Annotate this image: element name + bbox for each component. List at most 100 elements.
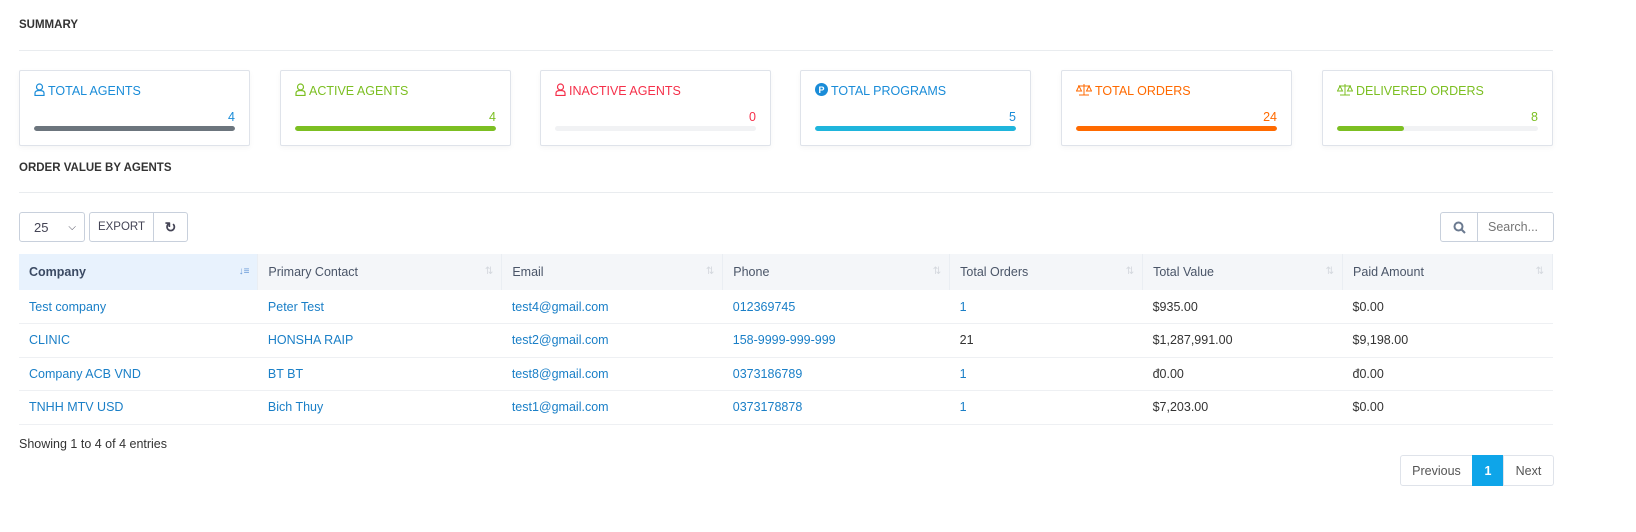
column-label: Phone xyxy=(733,265,770,279)
order-value-title: ORDER VALUE BY AGENTS xyxy=(19,162,172,174)
export-button[interactable]: EXPORT xyxy=(89,212,154,242)
sort-desc-icon: ↓≡ xyxy=(238,266,250,277)
sort-icon: ⇅ xyxy=(1325,266,1335,277)
chevron-down-icon: ⌵ xyxy=(68,221,76,233)
sort-icon: ⇅ xyxy=(705,266,715,277)
cell-total-value: $7,203.00 xyxy=(1142,390,1343,425)
table-row: Company ACB VND BT BT test8@gmail.com 03731… xyxy=(19,357,1553,391)
card-value: 4 xyxy=(489,110,496,124)
order-value-table: Company ↓≡ Primary Contact ⇅ Email ⇅ Phone ⇅ Tot… xyxy=(19,254,1553,425)
cell-paid-amount: $0.00 xyxy=(1342,390,1553,425)
user-icon xyxy=(295,83,306,99)
cell-phone[interactable]: 158-9999-999-999 xyxy=(722,323,950,358)
next-page-button[interactable]: Next xyxy=(1503,455,1554,486)
column-header-total-orders[interactable]: Total Orders ⇅ xyxy=(949,254,1144,290)
summary-card-total-programs: P TOTAL PROGRAMS 5 xyxy=(800,70,1031,146)
cell-paid-amount: $9,198.00 xyxy=(1342,323,1553,358)
progress-bar xyxy=(815,126,1016,131)
divider xyxy=(19,50,1553,51)
cell-total-orders[interactable]: 1 xyxy=(949,390,1143,425)
cell-phone[interactable]: 0373178878 xyxy=(722,390,950,425)
cell-email[interactable]: test1@gmail.com xyxy=(501,390,723,425)
svg-text:P: P xyxy=(818,85,824,95)
sort-icon: ⇅ xyxy=(1535,266,1544,277)
column-label: Total Orders xyxy=(960,265,1029,279)
refresh-button[interactable]: ↻ xyxy=(153,212,188,242)
search-button[interactable] xyxy=(1440,212,1478,242)
cell-total-orders: 21 xyxy=(949,323,1143,358)
column-label: Email xyxy=(512,265,544,279)
cell-company[interactable]: Company ACB VND xyxy=(19,357,258,391)
column-label: Company xyxy=(29,265,86,279)
summary-card-delivered-orders: DELIVERED ORDERS 8 xyxy=(1322,70,1553,146)
summary-title: SUMMARY xyxy=(19,19,78,31)
cell-paid-amount: $0.00 xyxy=(1342,290,1553,324)
progress-bar xyxy=(555,126,756,131)
divider xyxy=(19,192,1553,193)
table-info: Showing 1 to 4 of 4 entries xyxy=(19,437,168,451)
cell-total-value: đ0.00 xyxy=(1142,357,1343,391)
search-icon xyxy=(1453,221,1466,234)
card-label: DELIVERED ORDERS xyxy=(1356,84,1484,98)
cell-total-orders[interactable]: 1 xyxy=(949,357,1143,391)
column-label: Total Value xyxy=(1153,265,1215,279)
column-header-phone[interactable]: Phone ⇅ xyxy=(722,254,951,290)
table-row: Test company Peter Test test4@gmail.com 012… xyxy=(19,290,1553,324)
cell-primary-contact[interactable]: Peter Test xyxy=(257,290,502,324)
summary-card-total-agents: TOTAL AGENTS 4 xyxy=(19,70,250,146)
cell-primary-contact[interactable]: HONSHA RAIP xyxy=(257,323,502,358)
scale-icon xyxy=(1075,83,1093,99)
column-header-email[interactable]: Email ⇅ xyxy=(501,254,724,290)
cell-phone[interactable]: 012369745 xyxy=(722,290,950,324)
user-icon xyxy=(34,83,45,99)
cell-primary-contact[interactable]: Bich Thuy xyxy=(257,390,502,425)
sort-icon: ⇅ xyxy=(1125,266,1135,277)
search-input[interactable] xyxy=(1477,212,1554,242)
card-label: INACTIVE AGENTS xyxy=(569,84,681,98)
column-header-total-value[interactable]: Total Value ⇅ xyxy=(1142,254,1344,290)
cell-company[interactable]: Test company xyxy=(19,290,258,324)
column-label: Paid Amount xyxy=(1353,265,1424,279)
user-icon xyxy=(555,83,566,99)
p-circle-icon: P xyxy=(815,83,828,99)
card-value: 8 xyxy=(1531,110,1538,124)
column-header-company[interactable]: Company ↓≡ xyxy=(19,254,259,290)
summary-card-active-agents: ACTIVE AGENTS 4 xyxy=(280,70,511,146)
cell-company[interactable]: CLINIC xyxy=(19,323,258,358)
card-label: TOTAL PROGRAMS xyxy=(831,84,947,98)
progress-bar xyxy=(34,126,235,131)
card-value: 0 xyxy=(749,110,756,124)
column-header-primary-contact[interactable]: Primary Contact ⇅ xyxy=(257,254,503,290)
page-size-value: 25 xyxy=(34,219,49,235)
cell-paid-amount: đ0.00 xyxy=(1342,357,1553,391)
progress-bar xyxy=(1337,126,1538,131)
cell-total-value: $1,287,991.00 xyxy=(1142,323,1343,358)
refresh-icon: ↻ xyxy=(164,218,177,235)
cell-phone[interactable]: 0373186789 xyxy=(722,357,950,391)
cell-email[interactable]: test4@gmail.com xyxy=(501,290,723,324)
cell-email[interactable]: test8@gmail.com xyxy=(501,357,723,391)
sort-icon: ⇅ xyxy=(932,266,942,277)
page-size-select[interactable]: 25 ⌵ xyxy=(19,212,85,242)
cell-company[interactable]: TNHH MTV USD xyxy=(19,390,258,425)
card-label: TOTAL AGENTS xyxy=(48,84,141,98)
table-row: CLINIC HONSHA RAIP test2@gmail.com 158-9999… xyxy=(19,323,1553,358)
scale-icon xyxy=(1336,83,1354,99)
previous-page-button[interactable]: Previous xyxy=(1400,455,1473,486)
sort-icon: ⇅ xyxy=(484,266,494,277)
cell-email[interactable]: test2@gmail.com xyxy=(501,323,723,358)
column-header-paid-amount[interactable]: Paid Amount ⇅ xyxy=(1342,254,1553,290)
card-value: 5 xyxy=(1009,110,1016,124)
cell-primary-contact[interactable]: BT BT xyxy=(257,357,502,391)
column-label: Primary Contact xyxy=(268,265,359,279)
summary-card-inactive-agents: INACTIVE AGENTS 0 xyxy=(540,70,771,146)
card-label: ACTIVE AGENTS xyxy=(309,84,409,98)
summary-card-total-orders: TOTAL ORDERS 24 xyxy=(1061,70,1292,146)
cell-total-orders[interactable]: 1 xyxy=(949,290,1143,324)
card-value: 24 xyxy=(1263,110,1277,124)
progress-bar xyxy=(1076,126,1277,131)
card-label: TOTAL ORDERS xyxy=(1095,84,1191,98)
page-1-button[interactable]: 1 xyxy=(1472,455,1504,486)
cell-total-value: $935.00 xyxy=(1142,290,1343,324)
progress-bar xyxy=(295,126,496,131)
